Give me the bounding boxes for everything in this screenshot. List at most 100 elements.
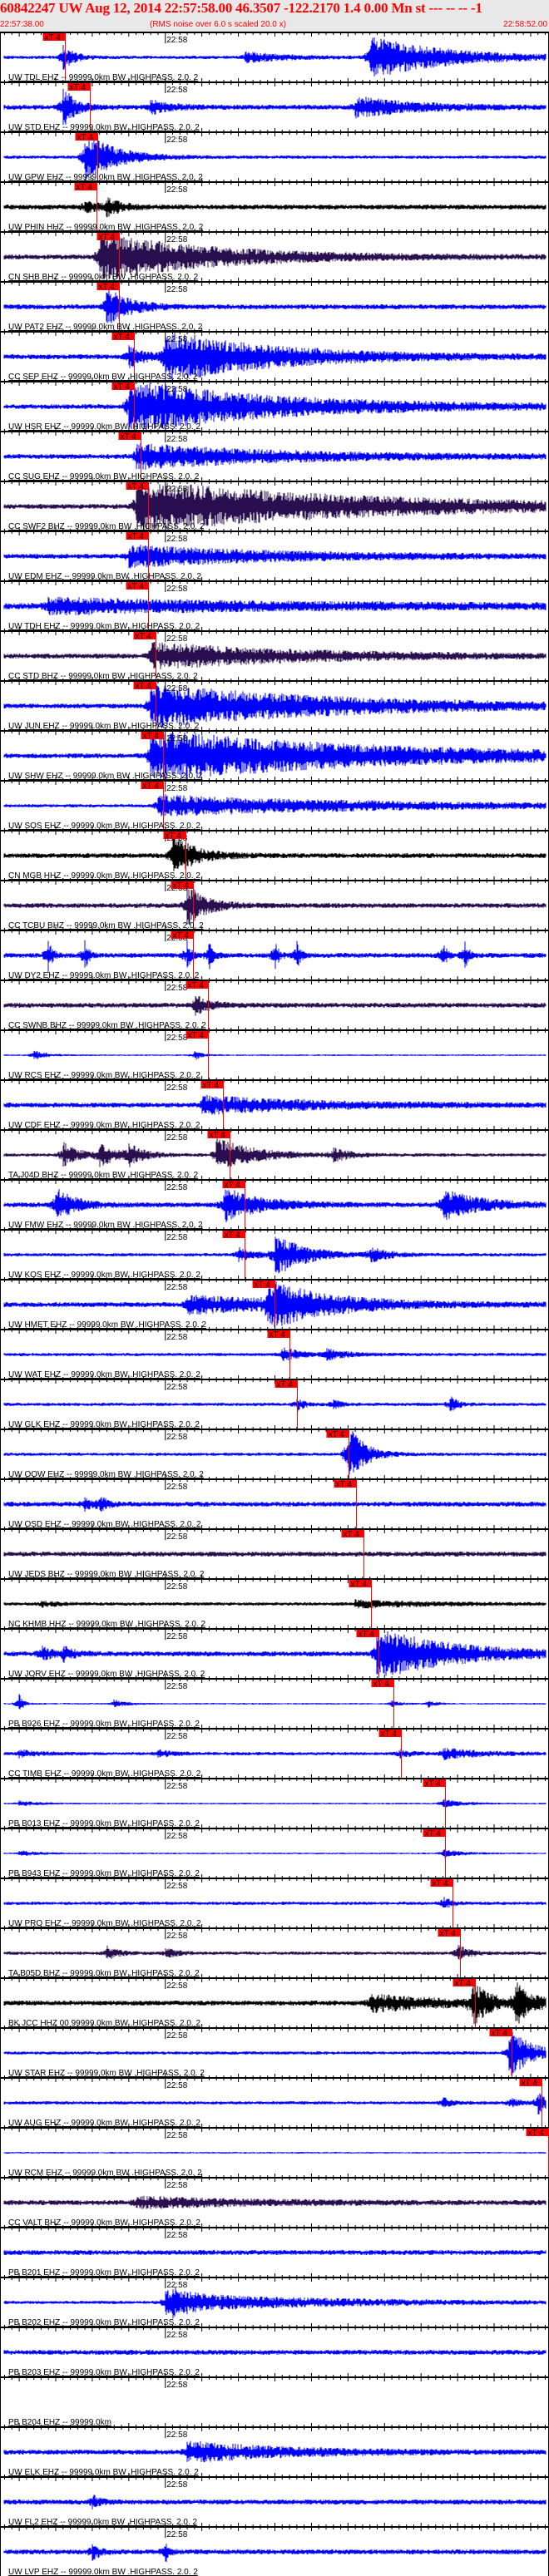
minute-tick-label: 22:58 xyxy=(166,2331,187,2340)
station-label: UW ELK EHZ -- 99999.0km BW .HIGHPASS. 2.… xyxy=(8,2468,199,2477)
waveform-trace xyxy=(3,88,547,126)
minute-tick-label: 22:58 xyxy=(166,1383,187,1392)
station-label: TA B05D BHZ -- 99999.0km BW .HIGHPASS. 2… xyxy=(8,1969,200,1978)
minute-tick-label: 22:58 xyxy=(166,1832,187,1841)
station-label: PB B013 EHZ -- 99999.0km BW .HIGHPASS. 2… xyxy=(8,1819,200,1828)
station-label: CC SWF2 BHZ -- 99999.0km BW .HIGHPASS. 2… xyxy=(8,522,205,531)
station-label: UW LVP EHZ -- 99999.0km BW .HIGHPASS. 2.… xyxy=(8,2568,198,2576)
pick-flag-label: xT 4 xyxy=(329,1430,345,1439)
waveform-trace xyxy=(3,2250,547,2255)
pick-flag-label: xT 4 xyxy=(136,682,152,691)
minute-tick-label: 22:58 xyxy=(166,1582,187,1591)
station-label: UW HSR EHZ -- 99999.0km BW .HIGHPASS. 2.… xyxy=(8,422,200,432)
minute-tick-label: 22:58 xyxy=(166,734,187,743)
station-label: UW CDF EHZ -- 99999.0km BW .HIGHPASS. 2.… xyxy=(8,1121,200,1130)
waveform-trace xyxy=(3,642,547,669)
waveform-trace xyxy=(3,1347,547,1361)
pick-flag-label: xT 4 xyxy=(77,183,93,192)
trace-panel: 22:58 UW FL2 EHZ -- 99999.0km BW .HIGHPAS… xyxy=(0,2473,549,2527)
pick-flag-label: xT 4 xyxy=(344,1530,360,1539)
station-label: PB B204 EHZ -- 99999.0km xyxy=(8,2418,111,2427)
pick-flag-label: xT 4 xyxy=(136,632,152,641)
waveform-trace xyxy=(3,1189,547,1222)
pick-flag-label: xT 4 xyxy=(425,1829,442,1838)
minute-tick-label: 22:58 xyxy=(166,185,187,195)
minute-tick-label: 22:58 xyxy=(166,485,187,494)
waveform-trace xyxy=(3,1094,547,1115)
station-label: UW WAT EHZ -- 99999.0km BW .HIGHPASS. 2.… xyxy=(8,1370,200,1379)
station-label: UW TDL EHZ -- 99999.0km BW .HIGHPASS. 2.… xyxy=(8,73,199,82)
trace-panel: 22:58 xT 4 UW HMET EHZ -- 99999.0km BW .HI… xyxy=(0,1276,549,1330)
trace-panel: 22:58 xT 4 UW RCS EHZ -- 99999.0km BW .HIG… xyxy=(0,1026,549,1080)
trace-panel: 22:58 xT 4 UW SHW EHZ -- 99999.0km BW .HIG… xyxy=(0,727,549,781)
pick-flag-label: xT 4 xyxy=(225,1231,241,1240)
trace-panel: 22:58 xT 4 UW PHIN HHZ -- 99999.0km BW .HI… xyxy=(0,178,549,232)
minute-tick-label: 22:58 xyxy=(166,1682,187,1691)
station-label: CN SHB BHZ -- 99999.0km BW .HIGHPASS. 2.… xyxy=(8,273,199,282)
minute-tick-label: 22:58 xyxy=(166,1483,187,1492)
minute-tick-label: 22:58 xyxy=(166,2381,187,2390)
station-label: UW PHIN HHZ -- 99999.0km BW .HIGHPASS. 2… xyxy=(8,223,204,232)
pick-flag-label: xT 4 xyxy=(210,1131,226,1140)
trace-panel: 22:58 xT 4 PB B926 EHZ -- 99999.0km BW .HI… xyxy=(0,1675,549,1729)
waveform-trace xyxy=(3,1430,547,1474)
pick-flag-label: xT 4 xyxy=(359,1630,375,1639)
minute-tick-label: 22:58 xyxy=(166,335,187,344)
minute-tick-label: 22:58 xyxy=(166,2181,187,2190)
pick-flag-label: xT 4 xyxy=(70,83,87,92)
minute-tick-label: 22:58 xyxy=(166,1732,187,1741)
pick-flag-label: xT 4 xyxy=(143,732,160,741)
waveform-trace xyxy=(3,2544,547,2562)
waveform-trace xyxy=(3,37,547,76)
minute-tick-label: 22:58 xyxy=(166,2430,187,2440)
waveform-trace xyxy=(3,1236,547,1274)
pick-flag-label: xT 4 xyxy=(77,133,94,142)
minute-tick-label: 22:58 xyxy=(166,1133,187,1142)
trace-panel: 22:58xT 4CN MGB HHZ -- 99999.0km BW .HIG… xyxy=(0,827,549,881)
pick-flag-label: xT 4 xyxy=(373,1680,390,1689)
minute-tick-label: 22:58 xyxy=(166,136,187,145)
station-label: CC SUG EHZ -- 99999.0km BW .HIGHPASS. 2.… xyxy=(8,472,200,481)
pick-flag-label: xT 4 xyxy=(440,1929,457,1938)
waveform-trace xyxy=(3,2287,547,2319)
station-label: UW JUN EHZ -- 99999.0km BW .HIGHPASS. 2.… xyxy=(8,722,200,731)
minute-tick-label: 22:58 xyxy=(166,1283,187,1292)
minute-tick-label: 22:58 xyxy=(166,1882,187,1891)
station-label: PB B926 EHZ -- 99999.0km BW .HIGHPASS. 2… xyxy=(8,1720,200,1729)
pick-flag-label: xT 4 xyxy=(114,333,131,342)
trace-panel: 22:58 xT 4UW STAR EHZ -- 99999.0km BW .HI… xyxy=(0,2024,549,2078)
minute-tick-label: 22:58 xyxy=(166,2281,187,2290)
trace-panel: 22:58 xT 4 CN SHB BHZ -- 99999.0km BW .HIG… xyxy=(0,228,549,282)
pick-flag-label: xT 4 xyxy=(455,1979,472,1988)
station-label: UW OOW EHZ -- 99999.0km BW .HIGHPASS. 2.… xyxy=(8,1470,204,1479)
waveform-trace xyxy=(3,1137,547,1167)
pick-flag-label: xT 4 xyxy=(128,582,145,591)
minute-tick-label: 22:58 xyxy=(166,1932,187,1941)
trace-panel: 22:58 xT 4 UW STD EHZ -- 99999.0km BW .HIG… xyxy=(0,78,549,132)
trace-panel: 22:58 xT 4 UW GLK EHZ -- 99999.0km BW .HIG… xyxy=(0,1375,549,1429)
trace-panel: 22:58 xT 4 CC STD BHZ -- 99999.0km BW .HIG… xyxy=(0,627,549,681)
minute-tick-label: 22:58 xyxy=(166,1333,187,1342)
station-label: UW SOS EHZ -- 99999.0km BW .HIGHPASS. 2.… xyxy=(8,822,200,831)
trace-panel: 22:58 xT 4 UW JUN EHZ -- 99999.0km BW .HIG… xyxy=(0,677,549,731)
station-label: CC SEP EHZ -- 99999.0km BW .HIGHPASS. 2.… xyxy=(8,373,198,382)
pick-flag-label: xT 4 xyxy=(381,1730,398,1739)
pick-flag-label: xT 4 xyxy=(128,532,145,541)
trace-panel: 22:58 xT 4 UW JEDS BHZ -- 99999.0km BW .HI… xyxy=(0,1525,549,1579)
trace-panel: 22:58 PB B203 EHZ -- 99999.0km BW .HIGHPA… xyxy=(0,2323,549,2377)
trace-panel: 22:58 xT 4 PB B013 EHZ -- 99999.0km BW .HI… xyxy=(0,1774,549,1828)
trace-panel: 22:58 xT 4 UW AUG EHZ -- 99999.0km BW .HIG… xyxy=(0,2074,549,2128)
minute-tick-label: 22:58 xyxy=(166,1981,187,1991)
minute-tick-label: 22:58 xyxy=(166,1532,187,1542)
pick-flag-label: xT 4 xyxy=(522,2079,538,2088)
station-label: UW RCS EHZ -- 99999.0km BW .HIGHPASS. 2.… xyxy=(8,1071,200,1080)
scale-note: (RMS noise over 6.0 s scaled 20.0 x) xyxy=(150,20,286,29)
minute-tick-label: 22:58 xyxy=(166,1433,187,1442)
waveform-trace xyxy=(3,1982,547,2025)
waveform-trace xyxy=(3,1599,547,1609)
minute-tick-label: 22:58 xyxy=(166,2081,187,2090)
waveform-trace xyxy=(3,596,547,616)
minute-tick-label: 22:58 xyxy=(166,784,187,793)
pick-flag-label: xT 4 xyxy=(143,782,160,791)
trace-panel: 22:58 xT 4 UW GPW EHZ -- 99999.0km BW .HIG… xyxy=(0,128,549,182)
